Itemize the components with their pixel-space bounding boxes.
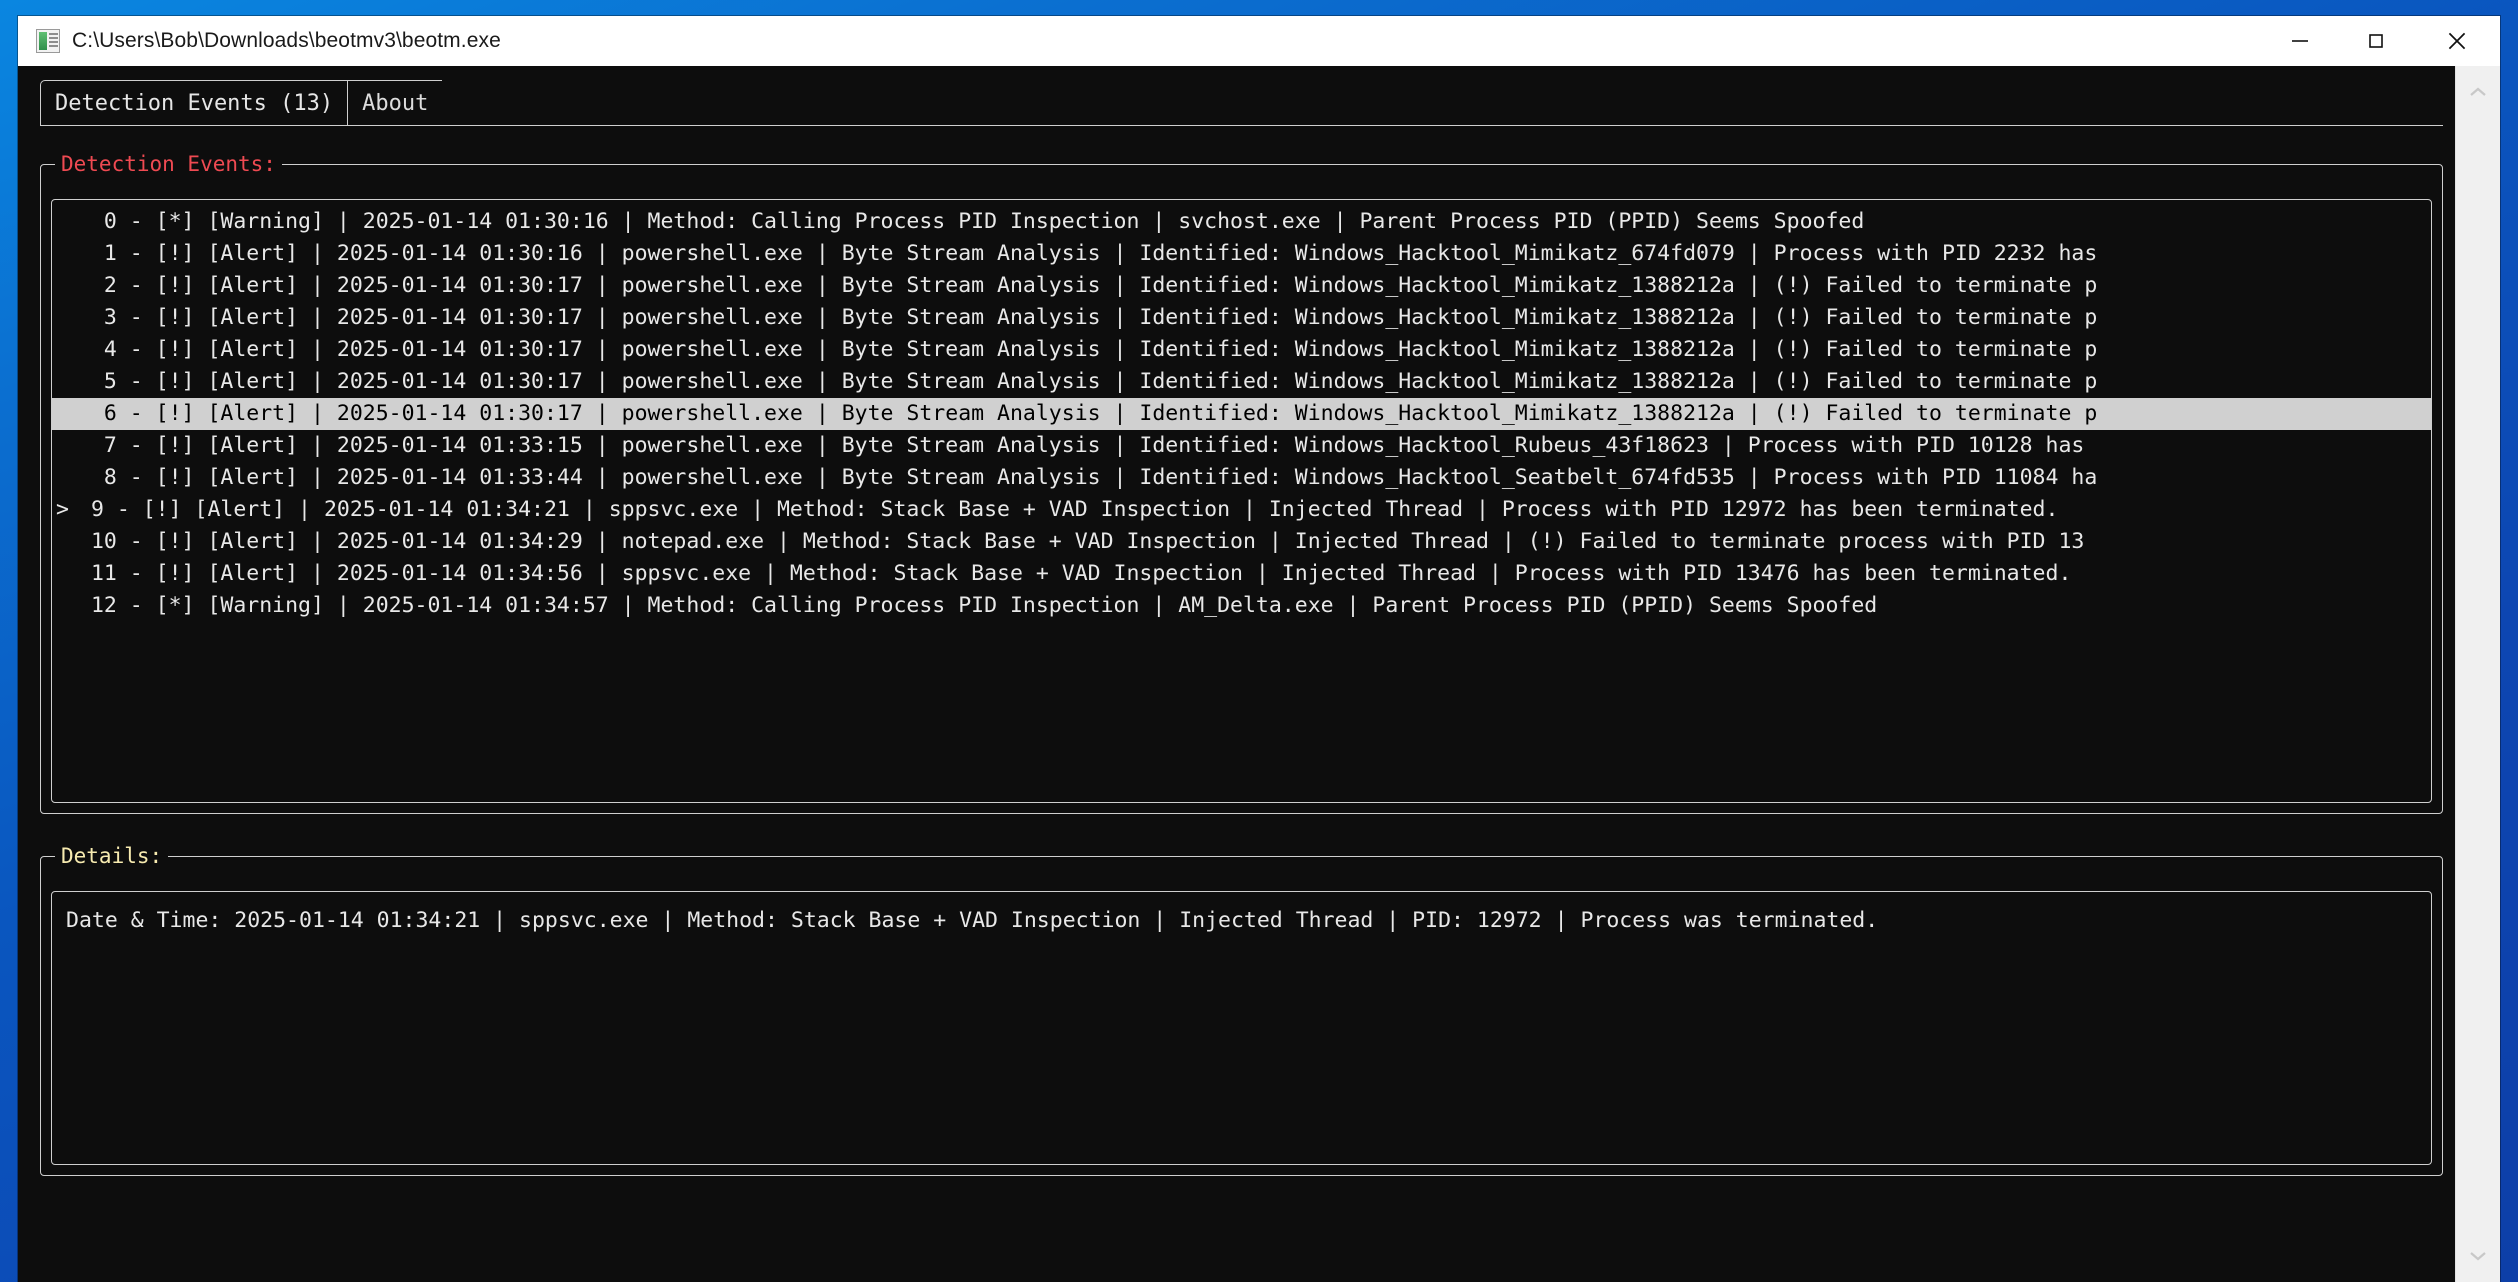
detection-event-row[interactable]: 5 - [!] [Alert] | 2025-01-14 01:30:17 | … <box>52 366 2431 398</box>
maximize-button[interactable] <box>2338 16 2414 66</box>
tab-detection-events[interactable]: Detection Events (13) <box>40 80 348 126</box>
row-text: 7 - [!] [Alert] | 2025-01-14 01:33:15 | … <box>78 433 2085 458</box>
tab-underline <box>40 125 2443 126</box>
details-text: Date & Time: 2025-01-14 01:34:21 | sppsv… <box>66 908 1879 933</box>
client-area: Detection Events (13) About Detection Ev… <box>18 66 2500 1282</box>
window-controls <box>2262 16 2500 66</box>
app-icon <box>36 29 60 53</box>
scrollbar-thumb[interactable] <box>2456 112 2500 1236</box>
row-cursor-marker: > <box>56 497 69 522</box>
detection-event-row[interactable]: 0 - [*] [Warning] | 2025-01-14 01:30:16 … <box>52 206 2431 238</box>
content-panel: Detection Events (13) About Detection Ev… <box>18 66 2455 1282</box>
detection-event-row[interactable]: 4 - [!] [Alert] | 2025-01-14 01:30:17 | … <box>52 334 2431 366</box>
close-button[interactable] <box>2414 16 2500 66</box>
detection-event-row[interactable]: 11 - [!] [Alert] | 2025-01-14 01:34:56 |… <box>52 558 2431 590</box>
detection-event-row[interactable]: 1 - [!] [Alert] | 2025-01-14 01:30:16 | … <box>52 238 2431 270</box>
detection-event-row[interactable]: 12 - [*] [Warning] | 2025-01-14 01:34:57… <box>52 590 2431 622</box>
window-title: C:\Users\Bob\Downloads\beotmv3\beotm.exe <box>72 29 501 52</box>
row-text: 6 - [!] [Alert] | 2025-01-14 01:30:17 | … <box>78 401 2098 426</box>
tab-detection-events-label: Detection Events (13) <box>55 91 334 116</box>
vertical-scrollbar[interactable] <box>2455 66 2500 1282</box>
tab-about[interactable]: About <box>347 80 443 126</box>
row-text: 5 - [!] [Alert] | 2025-01-14 01:30:17 | … <box>78 369 2098 394</box>
detection-event-row[interactable]: 7 - [!] [Alert] | 2025-01-14 01:33:15 | … <box>52 430 2431 462</box>
row-text: 9 - [!] [Alert] | 2025-01-14 01:34:21 | … <box>78 497 2059 522</box>
detection-event-row[interactable]: 10 - [!] [Alert] | 2025-01-14 01:34:29 |… <box>52 526 2431 558</box>
details-legend: Details: <box>55 841 169 871</box>
detection-event-row[interactable]: 6 - [!] [Alert] | 2025-01-14 01:30:17 | … <box>52 398 2431 430</box>
chevron-down-icon[interactable] <box>2456 1236 2500 1276</box>
row-text: 8 - [!] [Alert] | 2025-01-14 01:33:44 | … <box>78 465 2098 490</box>
row-text: 10 - [!] [Alert] | 2025-01-14 01:34:29 |… <box>78 529 2085 554</box>
title-bar[interactable]: C:\Users\Bob\Downloads\beotmv3\beotm.exe <box>18 16 2500 66</box>
detection-event-row[interactable]: 8 - [!] [Alert] | 2025-01-14 01:33:44 | … <box>52 462 2431 494</box>
detection-event-row[interactable]: > 9 - [!] [Alert] | 2025-01-14 01:34:21 … <box>52 494 2431 526</box>
chevron-up-icon[interactable] <box>2456 72 2500 112</box>
row-text: 2 - [!] [Alert] | 2025-01-14 01:30:17 | … <box>78 273 2098 298</box>
detection-events-group: Detection Events: 0 - [*] [Warning] | 20… <box>40 149 2443 814</box>
detection-events-list[interactable]: 0 - [*] [Warning] | 2025-01-14 01:30:16 … <box>51 199 2432 803</box>
application-window: C:\Users\Bob\Downloads\beotmv3\beotm.exe <box>18 16 2500 1282</box>
details-textbox[interactable]: Date & Time: 2025-01-14 01:34:21 | sppsv… <box>51 891 2432 1165</box>
tab-bar: Detection Events (13) About <box>40 80 2443 126</box>
details-group: Details: Date & Time: 2025-01-14 01:34:2… <box>40 841 2443 1176</box>
minimize-button[interactable] <box>2262 16 2338 66</box>
row-text: 12 - [*] [Warning] | 2025-01-14 01:34:57… <box>78 593 1878 618</box>
row-text: 3 - [!] [Alert] | 2025-01-14 01:30:17 | … <box>78 305 2098 330</box>
detection-event-row[interactable]: 3 - [!] [Alert] | 2025-01-14 01:30:17 | … <box>52 302 2431 334</box>
row-text: 4 - [!] [Alert] | 2025-01-14 01:30:17 | … <box>78 337 2098 362</box>
row-text: 1 - [!] [Alert] | 2025-01-14 01:30:16 | … <box>78 241 2098 266</box>
detection-events-legend: Detection Events: <box>55 149 282 179</box>
row-text: 11 - [!] [Alert] | 2025-01-14 01:34:56 |… <box>78 561 2072 586</box>
tab-about-label: About <box>362 91 429 116</box>
row-text: 0 - [*] [Warning] | 2025-01-14 01:30:16 … <box>78 209 1865 234</box>
detection-events-rows: 0 - [*] [Warning] | 2025-01-14 01:30:16 … <box>52 200 2431 802</box>
detection-event-row[interactable]: 2 - [!] [Alert] | 2025-01-14 01:30:17 | … <box>52 270 2431 302</box>
